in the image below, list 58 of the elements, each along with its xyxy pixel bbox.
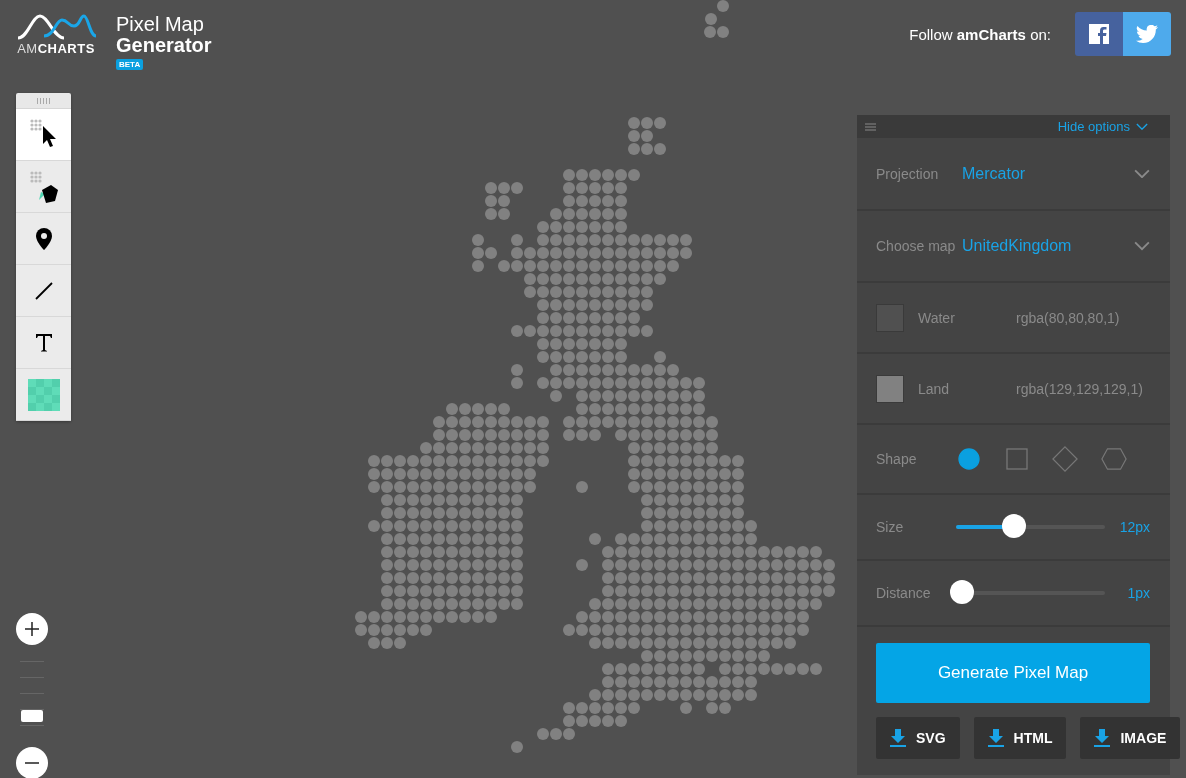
field-label: Land [918,380,951,397]
app-title: Pixel Map [116,14,205,35]
line-icon [34,281,53,300]
tool-button[interactable] [16,109,71,161]
dropdown[interactable]: Mercator [962,164,1150,183]
color-value: rgba(80,80,80,1) [1016,309,1120,326]
square-shape-icon [1005,448,1028,470]
chevron-down-icon [1136,122,1148,131]
minus-icon [25,762,39,764]
slider-reading: 12px [1119,519,1150,535]
twitter-button[interactable] [1123,12,1171,56]
circle-shape-icon [957,448,980,470]
logo-icon [16,12,96,40]
slider-thumb[interactable] [950,580,974,604]
map-pin-icon [35,227,52,250]
field-label: Shape [876,451,918,467]
field-label: Size [876,519,905,535]
paint-bucket-icon [28,169,59,204]
dropdown[interactable]: UnitedKingdom [962,237,1150,255]
zoom-in-button[interactable] [16,613,48,645]
field-label: Projection [876,165,940,182]
hide-options-button[interactable]: Hide options [1057,119,1148,134]
facebook-button[interactable] [1075,12,1123,56]
hexagon-shape-icon [1101,447,1127,471]
download-icon [890,729,906,747]
download-button[interactable]: SVG [876,717,960,759]
field-label: Choose map [876,238,957,254]
beta-badge: BETA [116,59,144,70]
tool-button[interactable] [16,317,71,369]
field-label: Distance [876,585,932,601]
app-title: Generator [116,35,212,56]
slider-reading: 1px [1127,585,1150,601]
field-label: Water [918,309,956,326]
shape-option[interactable] [956,446,981,472]
grip-icon [36,97,51,104]
diamond-shape-icon [1052,445,1078,473]
menu-icon [865,122,876,131]
download-button[interactable]: IMAGE [1080,717,1181,759]
follow-text: Follow amCharts on: [909,25,1051,43]
zoom-handle[interactable] [21,709,43,722]
facebook-icon [1089,24,1109,44]
chevron-down-icon [1134,241,1150,251]
plus-icon [25,622,39,636]
chevron-down-icon [1134,168,1150,179]
bird-icon [1136,25,1158,43]
logo-wordmark: AMCHARTS [17,41,95,56]
color-swatch[interactable] [876,374,904,403]
slider-thumb[interactable] [1002,514,1027,538]
generate-button[interactable]: Generate Pixel Map [876,643,1150,703]
tool-button[interactable] [16,161,71,213]
download-icon [1094,729,1111,747]
download-button[interactable]: HTML [973,717,1067,759]
text-tool-icon [34,333,53,352]
color-value: rgba(129,129,129,1) [1016,380,1143,397]
download-icon [987,729,1004,747]
color-swatch-icon [27,378,60,411]
zoom-out-button[interactable] [16,747,48,778]
tool-button[interactable] [16,213,71,265]
